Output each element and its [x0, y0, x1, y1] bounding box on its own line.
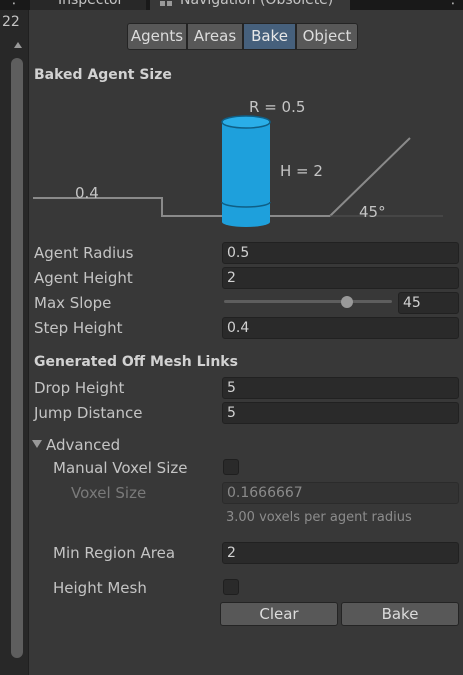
- clear-button[interactable]: Clear: [220, 602, 338, 626]
- agent-height-field[interactable]: 2: [222, 267, 459, 289]
- max-slope-label: Max Slope: [34, 294, 112, 312]
- tab-strip-menu-icon[interactable]: ⋮: [7, 0, 21, 7]
- agent-radius-label: Agent Radius: [34, 244, 134, 262]
- diagram-radius-label: R = 0.5: [249, 98, 306, 116]
- window-menu-icon[interactable]: ⋮: [446, 0, 460, 7]
- tab-navigation[interactable]: Navigation (Obsolete): [150, 0, 350, 10]
- min-region-area-field[interactable]: 2: [222, 542, 459, 564]
- agent-cylinder-top: [221, 115, 271, 129]
- diagram-slope-label: 45°: [359, 203, 386, 221]
- manual-voxel-size-label: Manual Voxel Size: [53, 459, 188, 477]
- ground-profile-line: [33, 137, 411, 217]
- bake-button[interactable]: Bake: [341, 602, 459, 626]
- voxel-size-field: 0.1666667: [222, 482, 459, 504]
- diagram-step-label: 0.4: [75, 184, 99, 202]
- height-mesh-checkbox[interactable]: [223, 579, 239, 595]
- tab-bake[interactable]: Bake: [243, 23, 296, 50]
- advanced-foldout-label[interactable]: Advanced: [46, 436, 120, 454]
- max-slope-field[interactable]: 45: [398, 292, 459, 314]
- drop-height-label: Drop Height: [34, 379, 125, 397]
- vertical-scrollbar[interactable]: [11, 58, 23, 658]
- height-mesh-label: Height Mesh: [53, 579, 147, 597]
- navigation-icon: [160, 1, 172, 6]
- jump-distance-label: Jump Distance: [34, 404, 143, 422]
- line-number: 22: [2, 14, 20, 30]
- max-slope-slider-thumb[interactable]: [340, 296, 353, 308]
- baked-agent-size-heading: Baked Agent Size: [34, 67, 172, 83]
- advanced-foldout-arrow-icon[interactable]: [32, 440, 42, 448]
- tab-agents[interactable]: Agents: [127, 23, 187, 50]
- agent-size-diagram: [33, 115, 443, 227]
- tab-inspector-label: Inspector: [58, 0, 124, 8]
- step-height-field[interactable]: 0.4: [222, 317, 459, 339]
- voxel-size-label: Voxel Size: [71, 484, 147, 502]
- drop-height-field[interactable]: 5: [222, 377, 459, 399]
- off-mesh-links-heading: Generated Off Mesh Links: [34, 354, 238, 370]
- max-slope-slider-track[interactable]: [224, 300, 392, 303]
- voxel-size-hint: 3.00 voxels per agent radius: [226, 510, 412, 525]
- min-region-area-label: Min Region Area: [53, 544, 176, 562]
- agent-cylinder-bottom: [222, 217, 270, 227]
- jump-distance-field[interactable]: 5: [222, 402, 459, 424]
- manual-voxel-size-checkbox[interactable]: [223, 459, 239, 475]
- agent-radius-field[interactable]: 0.5: [222, 242, 459, 264]
- tab-areas[interactable]: Areas: [187, 23, 243, 50]
- tab-inspector[interactable]: Inspector: [30, 0, 146, 10]
- scroll-up-arrow-icon[interactable]: [14, 42, 22, 48]
- step-height-label: Step Height: [34, 319, 123, 337]
- agent-height-label: Agent Height: [34, 269, 133, 287]
- editor-tab-strip: ⋮ Inspector Navigation (Obsolete) ⋮: [0, 0, 463, 10]
- diagram-height-label: H = 2: [280, 162, 323, 180]
- tab-navigation-label: Navigation (Obsolete): [180, 0, 334, 8]
- tab-object[interactable]: Object: [296, 23, 358, 50]
